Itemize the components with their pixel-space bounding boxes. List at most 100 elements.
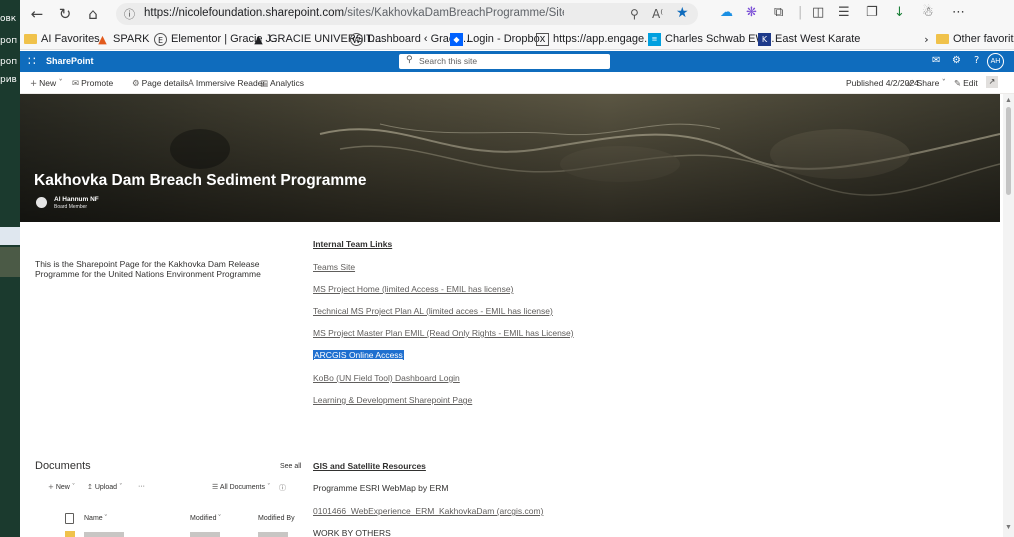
background-text: роп xyxy=(0,36,18,46)
favorite-engage[interactable]: https://app.engage... xyxy=(536,31,653,47)
help-icon[interactable]: ? xyxy=(974,55,979,66)
favorite-label: AI Favorites xyxy=(41,33,100,45)
share-button[interactable]: ☍ Share ˇ xyxy=(906,78,948,89)
background-text: рив xyxy=(0,75,17,85)
downloads-icon[interactable]: ↓ xyxy=(894,5,905,20)
pencil-icon: ✎ xyxy=(954,79,962,89)
edit-button[interactable]: ✎ Edit xyxy=(954,78,978,89)
expand-icon[interactable]: ↗ xyxy=(986,76,998,88)
app-launcher-icon[interactable]: ∷ xyxy=(28,54,36,68)
other-favorites[interactable]: Other favorites xyxy=(936,31,1014,47)
page-details-button[interactable]: ⚙ Page details xyxy=(132,78,188,89)
link-ms-project-master-plan[interactable]: MS Project Master Plan EMIL (Read Only R… xyxy=(313,328,574,338)
column-header-modified[interactable]: Modified ˇ xyxy=(190,515,221,522)
refresh-icon[interactable]: ↻ xyxy=(54,4,76,24)
favorites-overflow-chevron-icon[interactable]: › xyxy=(920,31,933,47)
column-header-name[interactable]: Name ˇ xyxy=(84,515,107,522)
favorite-east-west-karate[interactable]: K East West Karate xyxy=(758,31,860,47)
settings-gear-icon[interactable]: ⚙ xyxy=(952,55,961,66)
user-avatar[interactable]: AH xyxy=(987,53,1004,70)
link-arcgis-online-access[interactable]: ARCGIS Online Access xyxy=(313,350,404,360)
site-info-icon[interactable]: ⓘ xyxy=(124,6,135,22)
immersive-reader-button[interactable]: A Immersive Reader xyxy=(188,78,265,89)
page-title: Kakhovka Dam Breach Sediment Programme xyxy=(34,172,367,189)
favorites-list-icon[interactable]: ☰ xyxy=(838,5,850,20)
browser-toolbar: ← ↻ ⌂ ⓘ https://nicolefoundation.sharepo… xyxy=(20,0,1014,28)
favorite-dropbox[interactable]: ◆ Login - Dropbox xyxy=(450,31,545,47)
page-scrollbar[interactable]: ▲ ▼ xyxy=(1003,94,1014,537)
gracie-icon: ▲ xyxy=(254,32,263,46)
collections-icon[interactable]: ❐ xyxy=(866,5,878,20)
column-header-modified-by[interactable]: Modified By xyxy=(258,515,295,522)
author-avatar[interactable] xyxy=(36,197,47,208)
extensions-icon[interactable]: ⧉ xyxy=(774,5,783,20)
favorite-charles-schwab[interactable]: ≡ Charles Schwab EW... xyxy=(648,31,774,47)
plus-icon: + xyxy=(30,79,38,89)
documents-new-button[interactable]: + New ˇ xyxy=(48,483,75,491)
table-row[interactable] xyxy=(84,532,124,537)
link-arcgis-webexperience[interactable]: 0101466_WebExperience_ERM_KakhovkaDam (a… xyxy=(313,506,543,516)
folder-icon xyxy=(24,34,37,44)
chevron-down-icon: ˇ xyxy=(266,483,271,491)
schwab-icon: ≡ xyxy=(648,32,661,46)
promote-label: Promote xyxy=(81,78,114,88)
favorite-ai-favorites[interactable]: AI Favorites xyxy=(24,31,100,47)
link-technical-ms-project-plan[interactable]: Technical MS Project Plan AL (limited ac… xyxy=(313,306,553,316)
favorite-label: East West Karate xyxy=(775,33,861,45)
read-aloud-icon[interactable]: A⁽ xyxy=(652,7,663,21)
gis-heading[interactable]: GIS and Satellite Resources xyxy=(313,461,426,471)
favorite-star-icon[interactable]: ★ xyxy=(676,5,689,21)
favorite-spark[interactable]: ▲ SPARK xyxy=(96,31,149,47)
page-command-bar: + New ˇ ✉ Promote ⚙ Page details A Immersive… xyxy=(20,72,1014,94)
documents-view-selector[interactable]: ☰ All Documents ˇ xyxy=(212,483,270,491)
more-options-icon[interactable]: ⋯ xyxy=(952,5,965,20)
wordpress-icon: W xyxy=(350,32,363,46)
documents-upload-label: Upload xyxy=(94,484,118,491)
gis-webmap-label: Programme ESRI WebMap by ERM xyxy=(313,483,449,493)
plus-icon: + xyxy=(48,483,54,491)
documents-see-all-link[interactable]: See all xyxy=(280,463,301,470)
new-button[interactable]: + New ˇ xyxy=(30,78,65,89)
internal-links-heading[interactable]: Internal Team Links xyxy=(313,239,392,249)
scroll-up-arrow-icon[interactable]: ▲ xyxy=(1005,97,1012,104)
scroll-down-arrow-icon[interactable]: ▼ xyxy=(1005,524,1012,531)
analytics-button[interactable]: ▤ Analytics xyxy=(260,78,304,89)
documents-upload-button[interactable]: ↥ Upload ˇ xyxy=(87,483,122,491)
cloud-icon[interactable]: ☁ xyxy=(720,5,733,20)
link-ms-project-home[interactable]: MS Project Home (limited Access - EMIL h… xyxy=(313,284,513,294)
address-bar[interactable]: ⓘ https://nicolefoundation.sharepoint.co… xyxy=(116,3,698,25)
view-list-icon: ☰ xyxy=(212,483,219,491)
link-learning-development[interactable]: Learning & Development Sharepoint Page xyxy=(313,395,472,405)
documents-more-button[interactable]: ··· xyxy=(138,483,145,490)
chevron-down-icon: ˇ xyxy=(58,79,63,89)
scroll-thumb[interactable] xyxy=(1006,107,1011,195)
chevron-down-icon: ˇ xyxy=(104,515,107,522)
megaphone-icon: ✉ xyxy=(72,79,80,89)
background-thumbnail xyxy=(0,247,20,277)
promote-button[interactable]: ✉ Promote xyxy=(72,78,113,89)
back-icon[interactable]: ← xyxy=(26,4,48,24)
megaphone-icon[interactable]: ✉ xyxy=(932,55,940,66)
zoom-icon[interactable]: ⚲ xyxy=(630,7,639,21)
page-details-label: Page details xyxy=(141,78,189,88)
sharepoint-brand[interactable]: SharePoint xyxy=(46,56,94,66)
author-name[interactable]: Al Hannum NF xyxy=(54,196,99,203)
documents-title[interactable]: Documents xyxy=(35,460,91,472)
background-thumbnail xyxy=(0,227,20,245)
feedback-icon[interactable]: ☃ xyxy=(922,5,934,20)
url-text[interactable]: https://nicolefoundation.sharepoint.com/… xyxy=(144,7,564,19)
favorite-label: https://app.engage... xyxy=(553,33,654,45)
link-teams-site[interactable]: Teams Site xyxy=(313,262,355,272)
favorite-label: Login - Dropbox xyxy=(467,33,546,45)
copilot-icon[interactable]: ❋ xyxy=(746,5,757,20)
home-icon[interactable]: ⌂ xyxy=(82,4,104,24)
search-placeholder: Search this site xyxy=(419,56,478,66)
spark-icon: ▲ xyxy=(98,32,107,46)
split-screen-icon[interactable]: ◫ xyxy=(812,5,824,20)
chevron-down-icon: ˇ xyxy=(218,515,221,522)
sharepoint-suite-bar: ∷ SharePoint ⚲ Search this site ✉ ⚙ ? AH xyxy=(20,51,1014,72)
info-icon[interactable]: ⓘ xyxy=(279,483,286,493)
site-search-box[interactable]: ⚲ Search this site xyxy=(399,54,610,69)
documents-new-label: New xyxy=(55,484,70,491)
link-kobo-dashboard[interactable]: KoBo (UN Field Tool) Dashboard Login xyxy=(313,373,460,383)
